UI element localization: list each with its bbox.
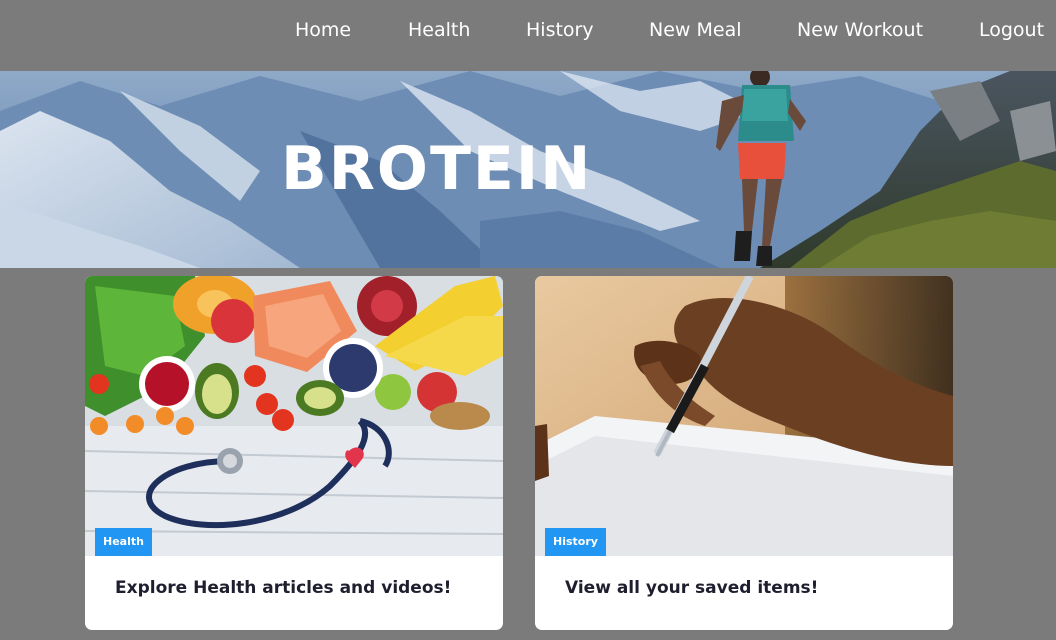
health-badge[interactable]: Health [95,528,152,556]
top-navbar: Home Health History New Meal New Workout… [0,0,1056,71]
hero-title: BROTEIN [281,134,593,204]
health-card-text: Explore Health articles and videos! [115,578,452,598]
nav-link-health[interactable]: Health [408,17,470,43]
history-card[interactable]: History View all your saved items! [535,276,953,630]
writing-hand-image [535,276,953,556]
history-card-text: View all your saved items! [565,578,819,598]
nav-link-new-meal[interactable]: New Meal [649,17,742,43]
history-badge[interactable]: History [545,528,606,556]
history-card-image [535,276,953,556]
nav-link-new-workout[interactable]: New Workout [797,17,923,43]
nav-link-history[interactable]: History [526,17,594,43]
health-card[interactable]: Health Explore Health articles and video… [85,276,503,630]
nav-link-home[interactable]: Home [295,17,351,43]
health-card-image [85,276,503,556]
hero-banner: BROTEIN [0,71,1056,268]
nav-link-logout[interactable]: Logout [979,17,1044,43]
healthy-food-image [85,276,503,556]
